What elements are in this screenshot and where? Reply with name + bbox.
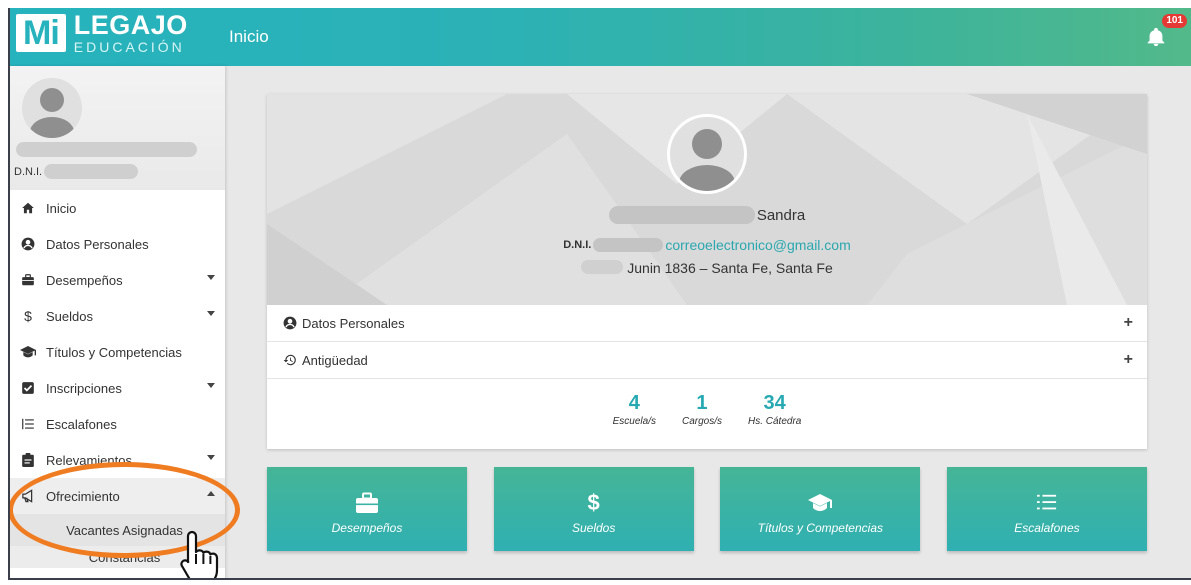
plus-icon[interactable]: + — [1124, 314, 1133, 332]
tile-desempenos[interactable]: Desempeños — [267, 467, 467, 551]
sidebar-item-label: Relevamientos — [46, 452, 132, 468]
clipboard-icon — [20, 452, 36, 468]
stat-escuelas: 4 Escuela/s — [612, 392, 656, 427]
profile-dni-label: D.N.I. — [563, 239, 592, 251]
sidebar-item-titulos[interactable]: Títulos y Competencias — [10, 334, 225, 370]
accordion-label: Antigüedad — [302, 352, 368, 368]
dollar-icon: $ — [587, 490, 600, 515]
checkbox-icon — [20, 380, 36, 396]
sidebar-item-datos-personales[interactable]: Datos Personales — [10, 226, 225, 262]
app-window: Mi LEGAJO EDUCACIÓN Inicio 101 D.N.I. In… — [8, 8, 1191, 580]
accordion-antiguedad[interactable]: Antigüedad + — [267, 342, 1147, 379]
list-icon — [20, 416, 36, 432]
chevron-up-icon — [207, 491, 215, 496]
stat-cargos: 1 Cargos/s — [681, 392, 722, 427]
sidebar-item-label: Inscripciones — [46, 380, 122, 396]
logo-subtitle: EDUCACIÓN — [73, 39, 185, 55]
sidebar-item-escalafones[interactable]: Escalafones — [10, 406, 225, 442]
sidebar-nav: Inicio Datos Personales Desempeños $ Sue… — [10, 190, 225, 568]
redacted-last-name — [608, 206, 755, 224]
redacted-user-name — [16, 142, 197, 157]
graduation-cap-icon — [20, 344, 36, 360]
tile-titulos[interactable]: Títulos y Competencias — [720, 467, 921, 551]
profile-avatar — [667, 114, 747, 194]
user-placeholder-icon — [30, 88, 74, 138]
tile-escalafones[interactable]: Escalafones — [946, 467, 1147, 551]
redacted-dni — [44, 164, 139, 179]
tile-label: Sueldos — [571, 521, 616, 535]
avatar — [22, 78, 82, 138]
profile-address: Junin 1836 – Santa Fe, Santa Fe — [627, 260, 833, 276]
tile-label: Desempeños — [331, 521, 403, 535]
profile-first-name: Sandra — [756, 206, 806, 224]
sidebar-item-ofrecimiento[interactable]: Ofrecimiento — [10, 478, 225, 514]
sidebar-item-label: Datos Personales — [46, 236, 149, 252]
sidebar-item-label: Desempeños — [46, 272, 123, 288]
profile-card: Sandra D.N.I. correoelectronico@gmail.co… — [267, 94, 1147, 449]
stat-horas-catedra: 34 Hs. Cátedra — [748, 392, 802, 427]
notification-badge: 101 — [1162, 14, 1187, 28]
bell-icon[interactable] — [1145, 26, 1167, 48]
sidebar-item-label: Sueldos — [46, 308, 93, 324]
user-circle-icon — [283, 316, 297, 330]
user-circle-icon — [20, 236, 36, 252]
dni-label: D.N.I. — [14, 165, 43, 178]
briefcase-icon — [20, 272, 36, 288]
profile-hero: Sandra D.N.I. correoelectronico@gmail.co… — [267, 94, 1147, 305]
dollar-icon: $ — [24, 308, 32, 324]
megaphone-icon — [20, 488, 36, 504]
redacted-address-prefix — [581, 260, 624, 274]
shortcut-tiles: Desempeños $ Sueldos Títulos y Competenc… — [267, 467, 1147, 551]
sidebar: D.N.I. Inicio Datos Personales Desempeño… — [10, 66, 225, 578]
user-placeholder-icon — [679, 129, 735, 191]
graduation-cap-icon — [807, 491, 833, 515]
accordion-datos-personales[interactable]: Datos Personales + — [267, 305, 1147, 342]
sidebar-item-inicio[interactable]: Inicio — [10, 190, 225, 226]
tile-label: Escalafones — [1014, 521, 1080, 535]
sidebar-item-label: Ofrecimiento — [46, 488, 120, 504]
sidebar-item-relevamientos[interactable]: Relevamientos — [10, 442, 225, 478]
logo-title: LEGAJO — [73, 10, 188, 40]
home-icon — [20, 200, 36, 216]
history-icon — [283, 354, 296, 366]
top-bar: Mi LEGAJO EDUCACIÓN Inicio 101 — [10, 8, 1191, 66]
tile-sueldos[interactable]: $ Sueldos — [493, 467, 694, 551]
logo-mi: Mi — [16, 14, 66, 52]
accordion-label: Datos Personales — [302, 315, 405, 331]
chevron-down-icon — [207, 275, 215, 280]
sidebar-item-inscripciones[interactable]: Inscripciones — [10, 370, 225, 406]
briefcase-icon — [355, 491, 379, 515]
sidebar-item-label: Escalafones — [46, 416, 117, 432]
hand-pointer-icon — [180, 530, 219, 578]
profile-stats: 4 Escuela/s 1 Cargos/s 34 Hs. Cátedra — [267, 379, 1147, 427]
sidebar-item-sueldos[interactable]: $ Sueldos — [10, 298, 225, 334]
sidebar-item-label: Títulos y Competencias — [46, 344, 182, 360]
plus-icon[interactable]: + — [1124, 351, 1133, 369]
tile-label: Títulos y Competencias — [757, 521, 883, 535]
app-logo[interactable]: Mi LEGAJO EDUCACIÓN — [16, 12, 188, 54]
user-summary: D.N.I. — [10, 66, 225, 190]
chevron-down-icon — [207, 311, 215, 316]
redacted-dni — [593, 238, 664, 252]
list-icon — [1036, 491, 1058, 515]
sidebar-item-desempenos[interactable]: Desempeños — [10, 262, 225, 298]
sidebar-item-label: Inicio — [46, 200, 77, 216]
chevron-down-icon — [207, 455, 215, 460]
profile-email[interactable]: correoelectronico@gmail.com — [665, 237, 850, 253]
chevron-down-icon — [207, 383, 215, 388]
page-title: Inicio — [229, 27, 269, 46]
